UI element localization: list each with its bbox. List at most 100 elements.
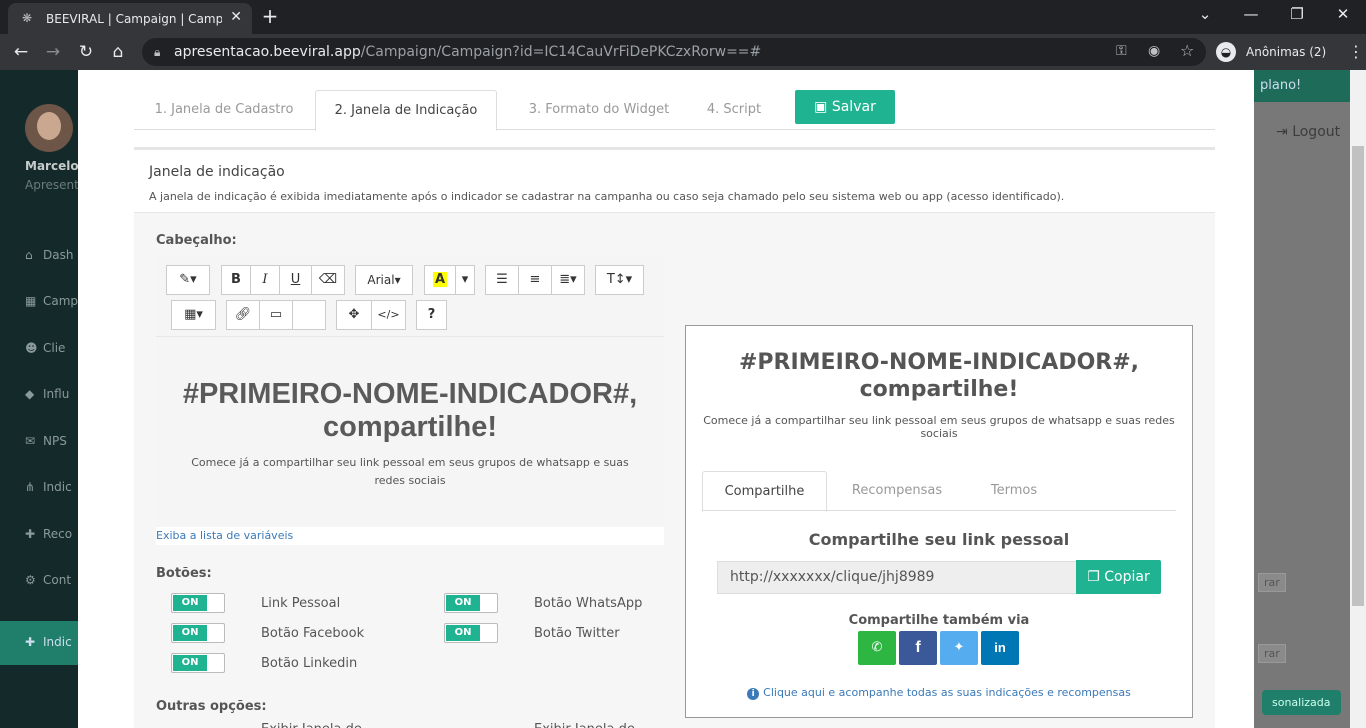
option-label: Exibir Janela de (261, 722, 362, 728)
sidebar-item-clients[interactable]: ☻ Clie (25, 341, 85, 355)
align-left-icon: ≣▾ (559, 272, 577, 287)
font-color-dropdown[interactable]: ▾ (455, 265, 475, 295)
personalize-button[interactable]: sonalizada (1262, 690, 1341, 715)
link-button[interactable]: 🔗︎ (226, 300, 260, 330)
minimize-icon[interactable]: — (1236, 5, 1266, 23)
whatsapp-button[interactable]: ✆ (858, 631, 896, 665)
editor-heading: #PRIMEIRO-NOME-INDICADOR#, compartilhe! (182, 378, 638, 443)
wizard-tabs: 1. Janela de Cadastro 2. Janela de Indic… (134, 90, 1215, 131)
font-family-select[interactable]: Arial▾ (355, 265, 413, 295)
image-button[interactable]: ▭ (259, 300, 293, 330)
scrollbar[interactable] (1350, 70, 1366, 728)
toggle-link-pessoal[interactable]: ON (171, 593, 225, 613)
sidebar-item-nps[interactable]: ✉ NPS (25, 434, 85, 448)
home-icon[interactable]: ⌂ (107, 42, 129, 62)
copy-button[interactable]: ❐ Copiar (1076, 560, 1161, 594)
text-height-button[interactable]: T↕▾ (595, 265, 644, 295)
url-path: /Campaign/Campaign?id=IC14CauVrFiDePKCzx… (360, 44, 762, 60)
restore-icon[interactable]: ❐ (1282, 5, 1312, 23)
incognito-profile[interactable]: ◒ Anônimas (2) (1210, 38, 1326, 66)
bullet-list-button[interactable]: ☰ (485, 265, 519, 295)
save-button[interactable]: ▣ Salvar (795, 90, 895, 124)
browser-toolbar: ← → ↻ ⌂ 🔒︎ apresentacao.beeviral.app/Cam… (0, 34, 1366, 70)
back-icon[interactable]: ← (10, 42, 32, 62)
sidebar-item-indic-active[interactable]: ✚ Indic (25, 635, 85, 649)
preview-heading: #PRIMEIRO-NOME-INDICADOR#, compartilhe! (738, 350, 1140, 402)
tab-indicacao[interactable]: 2. Janela de Indicação (315, 90, 497, 131)
sidebar-item-settings[interactable]: ⚙ Cont (25, 573, 85, 587)
browser-tab-title: BEEVIRAL | Campaign | Campaign (46, 11, 222, 26)
browser-tab[interactable]: ❋ BEEVIRAL | Campaign | Campaign ✕ (8, 3, 252, 34)
sidebar-item-indications[interactable]: ⋔ Indic (25, 480, 85, 494)
key-icon[interactable]: ⚿ (1116, 43, 1127, 59)
font-color-button[interactable]: A (424, 265, 456, 295)
bookmark-star-icon[interactable]: ☆ (1180, 41, 1194, 60)
bee-favicon-icon: ❋ (22, 11, 33, 25)
browser-tab-bar: ❋ BEEVIRAL | Campaign | Campaign ✕ + ⌄ —… (0, 0, 1366, 34)
tab-script[interactable]: 4. Script (694, 90, 774, 130)
close-tab-icon[interactable]: ✕ (230, 9, 242, 25)
banner-text: plano! (1260, 78, 1302, 93)
logout-link[interactable]: ⇥ Logout (1276, 124, 1340, 140)
facebook-button[interactable]: f (899, 631, 937, 665)
tab-compartilhe[interactable]: Compartilhe (702, 471, 827, 512)
linkedin-button[interactable]: in (981, 631, 1019, 665)
variables-link[interactable]: Exiba a lista de variáveis (156, 527, 664, 545)
twitter-button[interactable]: ✦ (940, 631, 978, 665)
browser-menu-icon[interactable]: ⋮ (1348, 42, 1364, 61)
avatar (25, 104, 73, 152)
style-wand-button[interactable]: ✎▾ (166, 265, 210, 295)
tab-recompensas[interactable]: Recompensas (842, 471, 952, 511)
close-window-icon[interactable]: ✕ (1328, 5, 1358, 23)
reload-icon[interactable]: ↻ (75, 42, 97, 62)
magic-wand-icon: ✎▾ (179, 272, 197, 287)
whatsapp-icon: ✆ (871, 640, 883, 655)
paragraph-align-button[interactable]: ≣▾ (551, 265, 585, 295)
tab-termos[interactable]: Termos (972, 471, 1056, 511)
scrollbar-thumb[interactable] (1352, 146, 1364, 606)
sidebar-item-rewards[interactable]: ✚ Reco (25, 527, 85, 541)
sidebar-item-influencers[interactable]: ◆ Influ (25, 387, 85, 401)
italic-button[interactable]: I (250, 265, 280, 295)
tab-search-icon[interactable]: ⌄ (1190, 5, 1220, 23)
diamond-icon: ◆ (25, 387, 35, 401)
help-button[interactable]: ? (416, 300, 447, 330)
toggle-knob (480, 625, 496, 641)
arrows-icon: ✥ (348, 307, 360, 322)
list-ul-icon: ☰ (496, 272, 508, 287)
toggle-knob (207, 625, 223, 641)
envelope-icon: ✉ (25, 434, 36, 448)
eraser-button[interactable]: ⌫ (311, 265, 345, 295)
track-indications-link[interactable]: i Clique aqui e acompanhe todas as suas i… (685, 686, 1193, 700)
toggle-linkedin[interactable]: ON (171, 653, 225, 673)
floppy-icon: ▣ (814, 99, 832, 115)
toggle-facebook[interactable]: ON (171, 623, 225, 643)
tab-widget[interactable]: 3. Formato do Widget (514, 90, 684, 130)
background-row-button[interactable]: rar (1258, 644, 1286, 663)
sidebar-item-campaigns[interactable]: ▦ Camp (25, 294, 85, 308)
background-row-button[interactable]: rar (1258, 573, 1286, 592)
buttons-label: Botões: (156, 566, 212, 581)
ordered-list-button[interactable]: ≡ (518, 265, 552, 295)
share-via-label: Compartilhe também via (848, 613, 1030, 628)
fullscreen-button[interactable]: ✥ (336, 300, 372, 330)
toggle-on-label: ON (446, 625, 480, 641)
forward-icon[interactable]: → (42, 42, 64, 62)
bold-button[interactable]: B (221, 265, 251, 295)
personal-link-field[interactable]: http://xxxxxxx/clique/jhj8989 (717, 561, 1077, 594)
banner: plano! (1254, 70, 1350, 102)
tab-cadastro[interactable]: 1. Janela de Cadastro (144, 90, 304, 130)
eye-off-icon[interactable]: ◉ (1148, 43, 1160, 59)
sidebar-user-name: Marcelo (25, 159, 78, 173)
underline-button[interactable]: U (279, 265, 312, 295)
sidebar-item-dashboard[interactable]: ⌂ Dash (25, 248, 85, 262)
table-button[interactable]: ▦▾ (171, 300, 216, 330)
address-bar[interactable]: 🔒︎ apresentacao.beeviral.app/Campaign/Ca… (142, 38, 1206, 66)
logout-icon: ⇥ (1276, 124, 1293, 140)
divider (134, 147, 1215, 150)
toggle-twitter[interactable]: ON (444, 623, 498, 643)
code-view-button[interactable]: </> (371, 300, 406, 330)
video-button[interactable] (292, 300, 326, 330)
new-tab-icon[interactable]: + (258, 5, 282, 29)
toggle-whatsapp[interactable]: ON (444, 593, 498, 613)
